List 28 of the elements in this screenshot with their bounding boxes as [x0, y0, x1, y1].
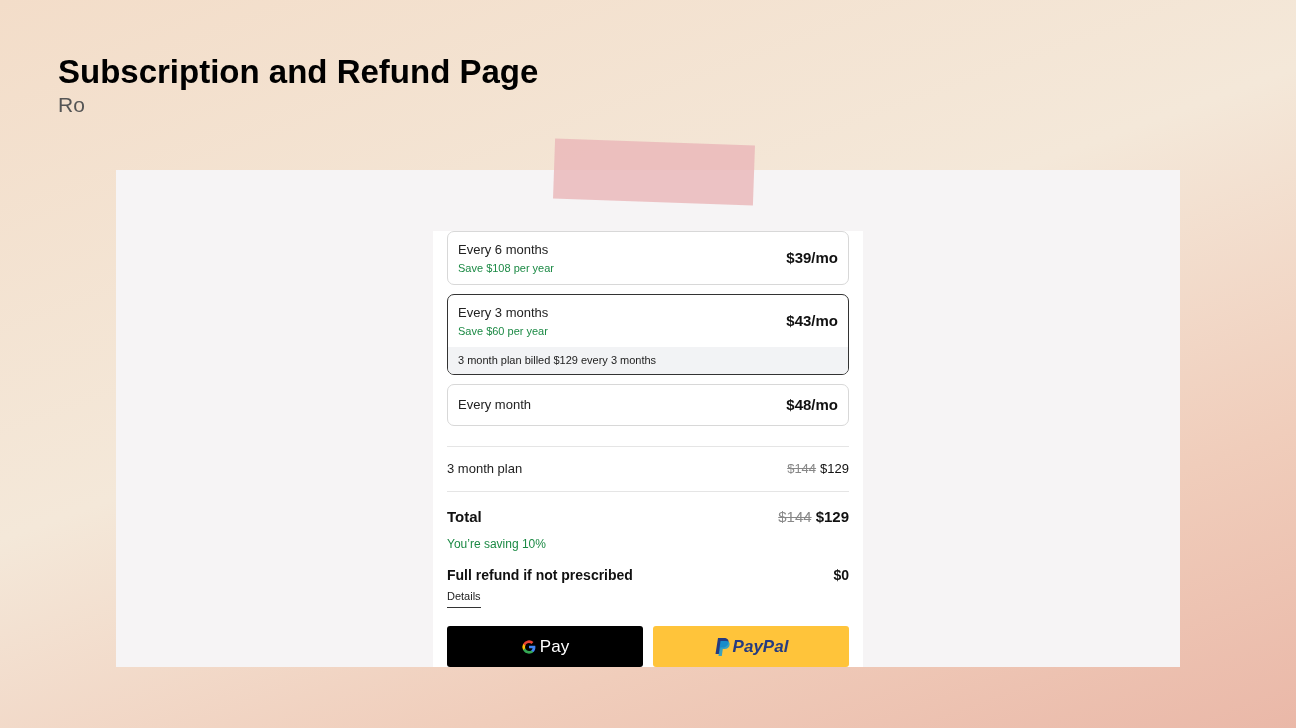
- slide-title: Subscription and Refund Page: [58, 52, 539, 92]
- plan-price: $43/mo: [786, 310, 838, 331]
- plan-saving: Save $60 per year: [458, 323, 549, 339]
- plan-name: Every 6 months: [458, 241, 550, 259]
- total-price: $129: [815, 507, 849, 527]
- refund-price: $0: [833, 565, 849, 585]
- line-item-label: 3 month plan: [447, 460, 523, 479]
- plan-name: Every month: [458, 396, 531, 415]
- plan-option[interactable]: Every 3 months Save $60 per year $43/mo 3 month plan billed $129 every 3 months: [447, 294, 849, 375]
- google-g-icon: [520, 638, 537, 655]
- line-item-price: $129: [820, 460, 849, 479]
- google-pay-button[interactable]: Pay: [447, 626, 643, 667]
- total-label: Total: [447, 507, 482, 527]
- plan-option[interactable]: Every month $48/mo: [447, 384, 849, 426]
- refund-label: Full refund if not prescribed: [447, 565, 633, 585]
- billing-note: 3 month plan billed $129 every 3 months: [448, 347, 848, 374]
- old-price: $144: [787, 460, 817, 479]
- old-price: $144: [778, 507, 812, 527]
- paypal-button[interactable]: PayPal: [653, 626, 849, 667]
- saving-text: You’re saving 10%: [447, 535, 547, 553]
- slide-subtitle: Ro: [58, 92, 85, 118]
- plan-name: Every 3 months: [458, 304, 549, 322]
- plan-option[interactable]: Every 6 months Save $108 per year $39/mo: [447, 231, 849, 285]
- plan-saving: Save $108 per year: [458, 260, 554, 276]
- plan-price: $39/mo: [786, 247, 838, 268]
- details-link[interactable]: Details: [447, 587, 481, 608]
- paypal-p-icon: [713, 637, 730, 656]
- plan-price: $48/mo: [786, 394, 838, 415]
